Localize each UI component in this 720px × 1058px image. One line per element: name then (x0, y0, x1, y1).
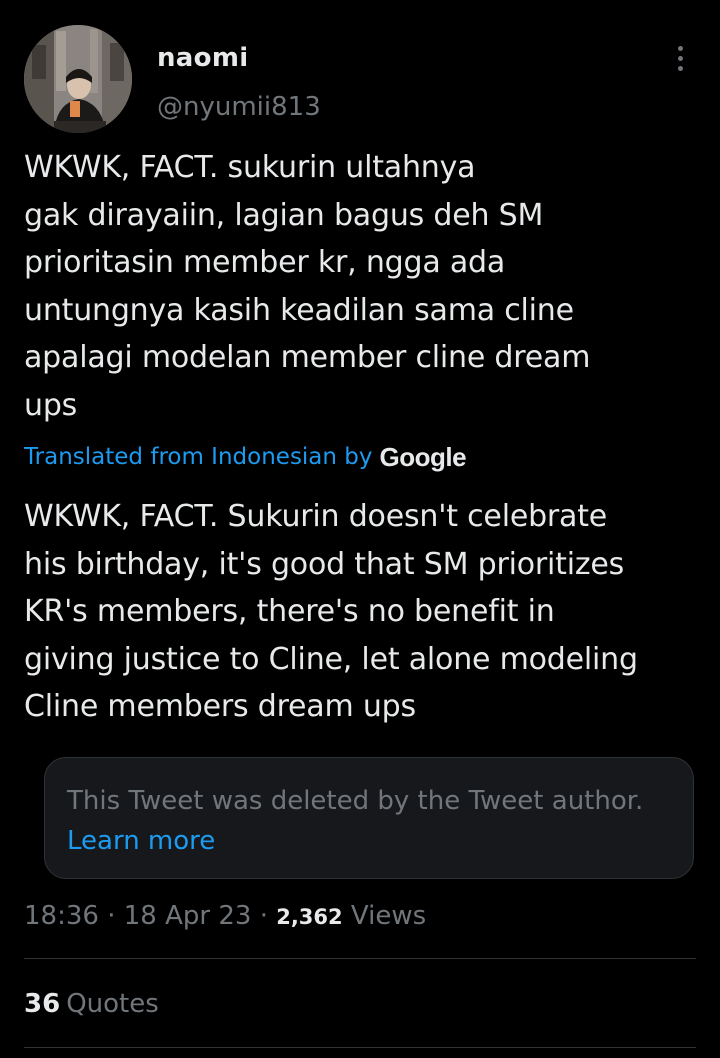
learn-more-link[interactable]: Learn more (67, 826, 215, 856)
views-label: Views (350, 901, 427, 931)
author-display-name[interactable]: naomi (157, 42, 248, 74)
tweet-translated-text: WKWK, FACT. Sukurin doesn't celebrate hi… (24, 499, 638, 724)
tweet-date[interactable]: 18 Apr 23 (124, 901, 252, 931)
quotes-link[interactable]: 36 Quotes (24, 986, 159, 1022)
tweet-time[interactable]: 18:36 (24, 901, 99, 931)
deleted-tweet-notice: This Tweet was deleted by the Tweet auth… (67, 781, 667, 861)
meta-separator: · (107, 901, 116, 931)
quoted-tweet-deleted-card: This Tweet was deleted by the Tweet auth… (44, 757, 694, 879)
google-logo: Google (379, 441, 467, 472)
views-count: 2,362 (276, 905, 343, 929)
avatar-photo (24, 25, 132, 133)
translated-from-label[interactable]: Translated from Indonesian by (24, 444, 373, 470)
deleted-tweet-message: This Tweet was deleted by the Tweet auth… (67, 786, 644, 816)
quotes-count: 36 (24, 989, 61, 1019)
author-handle[interactable]: @nyumii813 (157, 91, 321, 123)
more-vertical-icon-dot (677, 55, 683, 61)
meta-separator: · (259, 901, 268, 931)
avatar[interactable] (24, 25, 132, 133)
divider (24, 1047, 696, 1048)
more-vertical-icon (677, 45, 683, 51)
quotes-label: Quotes (66, 989, 159, 1019)
divider (24, 958, 696, 959)
tweet-metadata: 18:36 · 18 Apr 23 · 2,362 Views (24, 898, 426, 935)
translation-attribution: Translated from Indonesian by Google (24, 440, 467, 474)
more-vertical-icon-dot (677, 65, 683, 71)
more-options-button[interactable] (664, 40, 696, 76)
tweet-original-text: WKWK, FACT. sukurin ultahnya gak dirayai… (24, 150, 591, 423)
